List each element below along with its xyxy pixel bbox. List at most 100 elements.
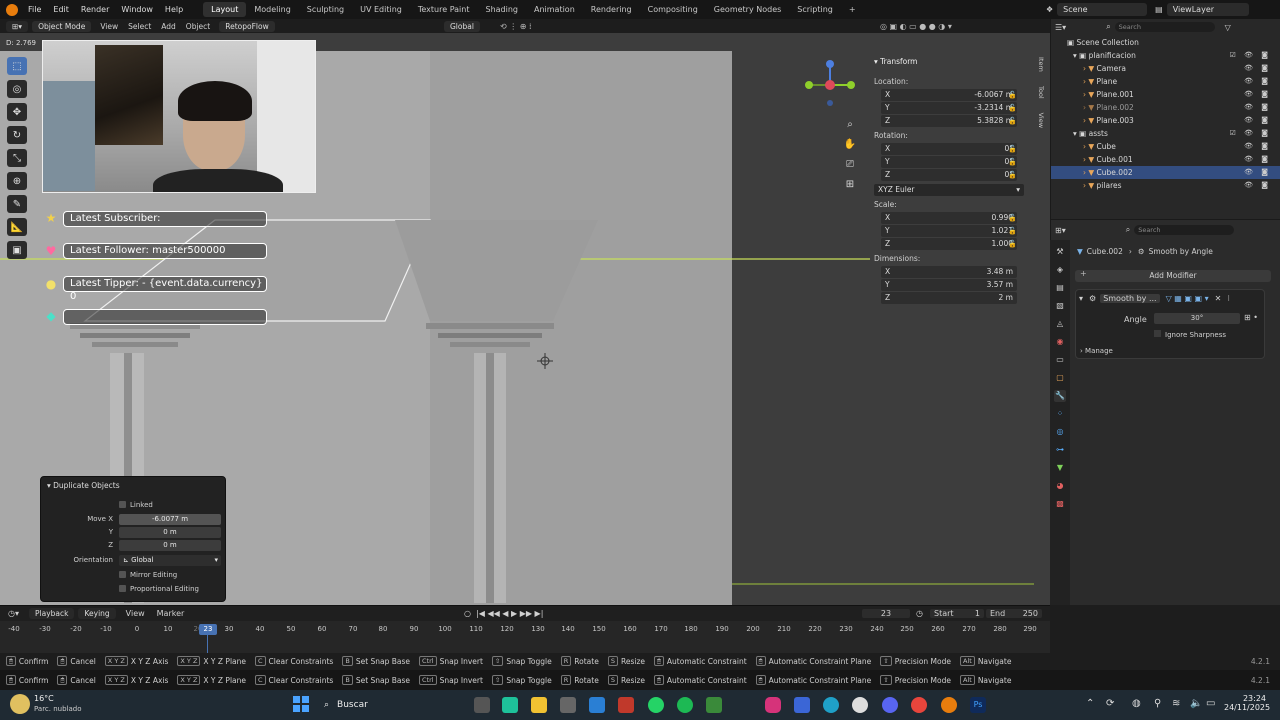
tab-geometry-nodes[interactable]: Geometry Nodes: [706, 2, 789, 17]
annotate-tool-icon[interactable]: ✎: [7, 195, 27, 213]
chatgpt-icon[interactable]: [852, 697, 868, 713]
material-tab-icon[interactable]: ◕: [1054, 480, 1066, 492]
windows-start-icon[interactable]: [293, 696, 309, 712]
blender-logo-icon[interactable]: [6, 3, 18, 16]
playback-menu[interactable]: Playback: [29, 608, 75, 619]
location-x-field[interactable]: X -6.0067 m: [881, 89, 1017, 101]
properties-search-input[interactable]: Search: [1134, 225, 1235, 235]
move-tool-icon[interactable]: ✥: [7, 103, 27, 121]
orientation-dropdown[interactable]: ⊾ Global ▾: [119, 555, 221, 566]
scene-tab-icon[interactable]: ◬: [1054, 318, 1066, 330]
zoom-icon[interactable]: ⌕: [843, 115, 857, 135]
menu-view[interactable]: View: [95, 22, 123, 31]
data-tab-icon[interactable]: ▼: [1054, 462, 1066, 474]
store-icon[interactable]: [560, 697, 576, 713]
pan-hand-icon[interactable]: ✋: [843, 135, 857, 155]
menu-select[interactable]: Select: [123, 22, 156, 31]
clock[interactable]: 23:24 24/11/2025: [1224, 694, 1270, 712]
output-tab-icon[interactable]: ▤: [1054, 282, 1066, 294]
texture-tab-icon[interactable]: ▩: [1054, 498, 1066, 510]
tab-scripting[interactable]: Scripting: [789, 2, 841, 17]
marker-menu[interactable]: Marker: [151, 609, 191, 618]
mirror-editing-checkbox[interactable]: Mirror Editing: [119, 571, 177, 579]
tray-arrow-icon[interactable]: ⌃: [1086, 698, 1094, 709]
lock-icon[interactable]: 🔓: [1008, 214, 1017, 222]
tab-compositing[interactable]: Compositing: [640, 2, 706, 17]
whatsapp-icon[interactable]: [648, 697, 664, 713]
ignore-sharpness-toggle[interactable]: Ignore Sharpness: [1154, 330, 1226, 339]
viewport-overlays-icons[interactable]: ◎ ▣ ◐ ▭ ● ● ◑ ▾: [880, 22, 952, 31]
visibility-icons[interactable]: 👁 ◙: [1244, 166, 1271, 179]
modifier-toggle-icons[interactable]: ▽ ▦ ▣ ▣ ▾: [1166, 294, 1209, 303]
move-x-field[interactable]: -6.0077 m: [119, 514, 221, 525]
outliner-row[interactable]: › ▼ Plane.002 👁 ◙: [1051, 101, 1280, 114]
menu-help[interactable]: Help: [159, 5, 189, 14]
dimensions-z-field[interactable]: Z2 m: [881, 292, 1017, 304]
spotify-icon[interactable]: [677, 697, 693, 713]
add-cube-tool-icon[interactable]: ▣: [7, 241, 27, 259]
axis-gizmo-icon[interactable]: [800, 55, 860, 115]
taskbar-search[interactable]: ⌕ Buscar: [318, 696, 458, 714]
constraints-tab-icon[interactable]: ⊶: [1054, 444, 1066, 456]
menu-file[interactable]: File: [22, 5, 47, 14]
chrome-icon[interactable]: [911, 697, 927, 713]
tray-mic-icon[interactable]: ⚲: [1154, 698, 1161, 709]
tab-view[interactable]: View: [1037, 113, 1045, 128]
modifier-name-field[interactable]: Smooth by ...: [1100, 293, 1160, 303]
visibility-icons[interactable]: 👁 ◙: [1244, 75, 1271, 88]
visibility-icons[interactable]: ☑ 👁 ◙: [1230, 49, 1271, 62]
end-frame-field[interactable]: End 250: [986, 609, 1042, 618]
file-explorer-icon[interactable]: [531, 697, 547, 713]
tab-item[interactable]: Item: [1037, 57, 1045, 72]
scale-z-field[interactable]: Z 1.000: [881, 238, 1017, 250]
tab-uv-editing[interactable]: UV Editing: [352, 2, 410, 17]
virtualbox-icon[interactable]: [794, 697, 810, 713]
outliner-row[interactable]: › ▼ pilares 👁 ◙: [1051, 179, 1280, 192]
scene-selector[interactable]: Scene: [1057, 3, 1148, 16]
outliner-row[interactable]: ▾ ▣ assts ☑ 👁 ◙: [1051, 127, 1280, 140]
location-z-field[interactable]: Z 5.3828 m: [881, 115, 1017, 127]
view-layer-tab-icon[interactable]: ▧: [1054, 300, 1066, 312]
current-frame-field[interactable]: 23: [862, 609, 910, 618]
tab-sculpting[interactable]: Sculpting: [299, 2, 352, 17]
visibility-icons[interactable]: 👁 ◙: [1244, 153, 1271, 166]
manage-section[interactable]: › Manage: [1080, 347, 1113, 355]
select-box-tool-icon[interactable]: ⬚: [7, 57, 27, 75]
view-layer-selector[interactable]: ViewLayer: [1166, 3, 1249, 16]
menu-render[interactable]: Render: [75, 5, 115, 14]
tab-layout[interactable]: Layout: [203, 2, 247, 17]
lock-icon[interactable]: 🔓: [1008, 158, 1017, 166]
cursor-tool-icon[interactable]: ◎: [7, 80, 27, 98]
tab-tool[interactable]: Tool: [1037, 86, 1045, 99]
proportional-editing-checkbox[interactable]: Proportional Editing: [119, 585, 199, 593]
viewport-nav-buttons[interactable]: ⌕ ✋ ⎚ ⊞: [843, 115, 857, 195]
lock-icon[interactable]: 🔓: [1008, 91, 1017, 99]
wifi-icon[interactable]: ≋: [1172, 698, 1180, 709]
outliner-row[interactable]: › ▼ Plane.003 👁 ◙: [1051, 114, 1280, 127]
orientation-dropdown[interactable]: Global: [444, 20, 480, 32]
timeline-ruler[interactable]: -40 -30 -20 -10 0 10 20 30 40 50 60 70 8…: [0, 621, 1050, 653]
rotation-x-field[interactable]: X 0°: [881, 143, 1017, 155]
photoshop-icon[interactable]: Ps: [970, 697, 986, 713]
move-y-field[interactable]: 0 m: [119, 527, 221, 538]
navigation-gizmo[interactable]: [800, 55, 860, 115]
outliner-row[interactable]: › ▼ Cube.001 👁 ◙: [1051, 153, 1280, 166]
keying-menu[interactable]: Keying: [78, 608, 116, 619]
outliner-row[interactable]: › ▼ Cube 👁 ◙: [1051, 140, 1280, 153]
edge-icon[interactable]: [823, 697, 839, 713]
dimensions-x-field[interactable]: X 3.48 m: [881, 266, 1017, 278]
add-modifier-button[interactable]: Add Modifier: [1075, 270, 1271, 282]
scale-y-field[interactable]: Y 1.021: [881, 225, 1017, 237]
app-icon[interactable]: [502, 697, 518, 713]
rotate-tool-icon[interactable]: ↻: [7, 126, 27, 144]
menu-object[interactable]: Object: [181, 22, 215, 31]
weather-icon[interactable]: [10, 694, 30, 714]
instagram-icon[interactable]: [765, 697, 781, 713]
duplicate-panel-title[interactable]: ▾ Duplicate Objects: [47, 481, 120, 490]
menu-window[interactable]: Window: [115, 5, 159, 14]
add-workspace-button[interactable]: +: [841, 2, 864, 17]
transform-tool-icon[interactable]: ⊕: [7, 172, 27, 190]
object-tab-icon[interactable]: ▢: [1054, 372, 1066, 384]
ortho-grid-icon[interactable]: ⊞: [843, 175, 857, 195]
dimensions-y-field[interactable]: Y 3.57 m: [881, 279, 1017, 291]
